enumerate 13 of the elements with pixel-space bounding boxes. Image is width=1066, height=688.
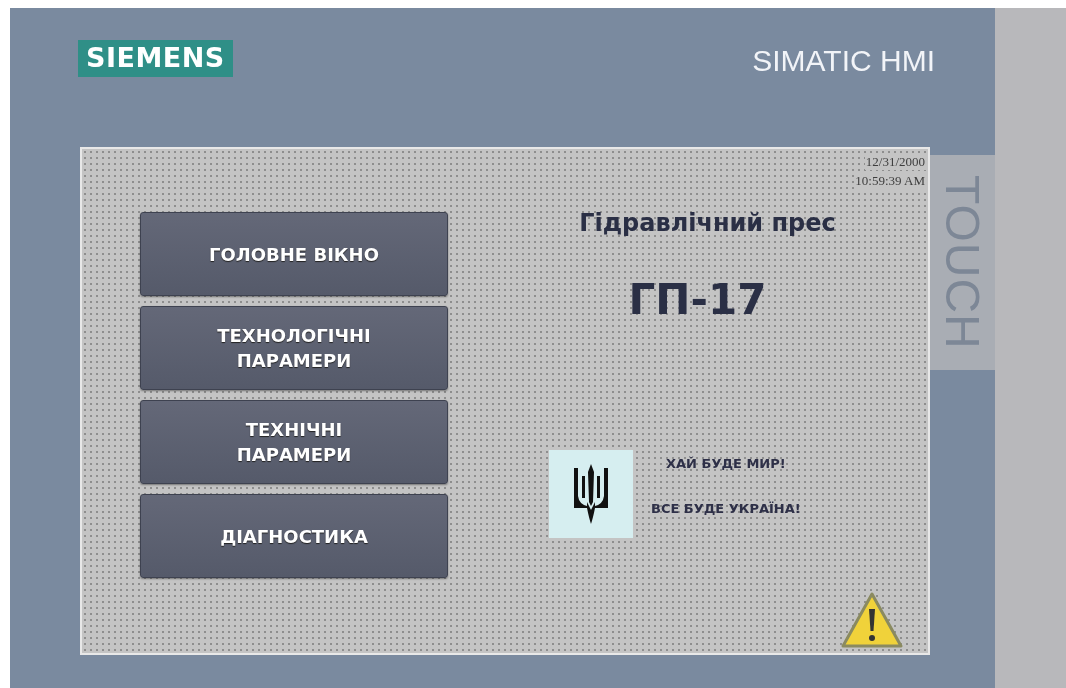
machine-id: ГП-17: [627, 275, 768, 324]
nav-button[interactable]: ТЕХНОЛОГІЧНІ ПАРАМЕРИ: [140, 306, 448, 390]
brand-logo: SIEMENS: [78, 40, 233, 77]
time-text: 10:59:39 AM: [854, 173, 926, 189]
warning-icon[interactable]: [840, 591, 904, 649]
message-text: ВСЕ БУДЕ УКРАЇНА!: [651, 501, 801, 516]
date-text: 12/31/2000: [864, 154, 926, 170]
message-text: ХАЙ БУДЕ МИР!: [666, 456, 786, 471]
nav-button[interactable]: ТЕХНІЧНІ ПАРАМЕРИ: [140, 400, 448, 484]
screen-title: Гідравлічний прес: [578, 209, 837, 237]
product-name: SIMATIC HMI: [752, 44, 935, 78]
nav-button[interactable]: ДІАГНОСТИКА: [140, 494, 448, 578]
nav-button[interactable]: ГОЛОВНЕ ВІКНО: [140, 212, 448, 296]
